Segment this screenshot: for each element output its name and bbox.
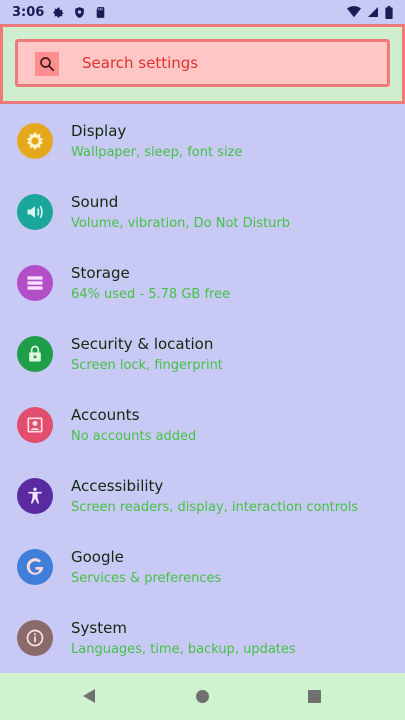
accounts-icon (17, 407, 53, 443)
settings-item-subtitle: Screen lock, fingerprint (71, 358, 223, 373)
settings-item-storage[interactable]: Storage 64% used - 5.78 GB free (0, 248, 405, 319)
settings-item-title: Display (71, 122, 127, 140)
settings-item-system[interactable]: System Languages, time, backup, updates (0, 603, 405, 674)
settings-item-title: Storage (71, 264, 130, 282)
search-bar-container: Search settings (0, 24, 405, 104)
settings-item-subtitle: 64% used - 5.78 GB free (71, 287, 231, 302)
sound-icon (17, 194, 53, 230)
wifi-icon (347, 6, 361, 18)
google-icon (17, 549, 53, 585)
settings-item-security[interactable]: Security & location Screen lock, fingerp… (0, 319, 405, 390)
settings-item-title: Google (71, 548, 124, 566)
settings-item-subtitle: Wallpaper, sleep, font size (71, 145, 243, 160)
settings-gear-icon (53, 7, 64, 17)
settings-item-accessibility[interactable]: Accessibility Screen readers, display, i… (0, 461, 405, 532)
shield-icon (75, 6, 85, 18)
lock-icon (17, 336, 53, 372)
status-bar: 3:06 (0, 0, 405, 24)
settings-item-subtitle: Screen readers, display, interaction con… (71, 500, 359, 515)
status-time: 3:06 (12, 4, 45, 20)
settings-item-subtitle: Volume, vibration, Do Not Disturb (71, 216, 290, 231)
settings-item-title: Accounts (71, 406, 140, 424)
settings-list: Display Wallpaper, sleep, font size Soun… (0, 106, 405, 674)
storage-icon (17, 265, 53, 301)
cellular-icon (368, 7, 378, 17)
settings-item-subtitle: No accounts added (71, 429, 197, 444)
settings-item-sound[interactable]: Sound Volume, vibration, Do Not Disturb (0, 177, 405, 248)
settings-item-display[interactable]: Display Wallpaper, sleep, font size (0, 106, 405, 177)
search-icon[interactable] (35, 52, 59, 76)
display-icon (17, 123, 53, 159)
settings-item-google[interactable]: Google Services & preferences (0, 532, 405, 603)
search-input[interactable]: Search settings (15, 39, 390, 87)
settings-item-title: Sound (71, 193, 119, 211)
accessibility-icon (17, 478, 53, 514)
info-icon (17, 620, 53, 656)
settings-item-accounts[interactable]: Accounts No accounts added (0, 390, 405, 461)
settings-item-subtitle: Services & preferences (71, 571, 222, 586)
settings-item-subtitle: Languages, time, backup, updates (71, 642, 296, 657)
sd-card-icon (97, 6, 105, 18)
settings-item-title: System (71, 619, 127, 637)
search-placeholder: Search settings (82, 54, 199, 72)
settings-item-title: Security & location (71, 335, 214, 353)
recents-icon[interactable] (308, 690, 321, 703)
navigation-bar (0, 673, 405, 720)
home-icon[interactable] (196, 690, 209, 703)
settings-item-title: Accessibility (71, 477, 164, 495)
back-icon[interactable] (82, 688, 96, 704)
battery-icon (385, 5, 393, 19)
